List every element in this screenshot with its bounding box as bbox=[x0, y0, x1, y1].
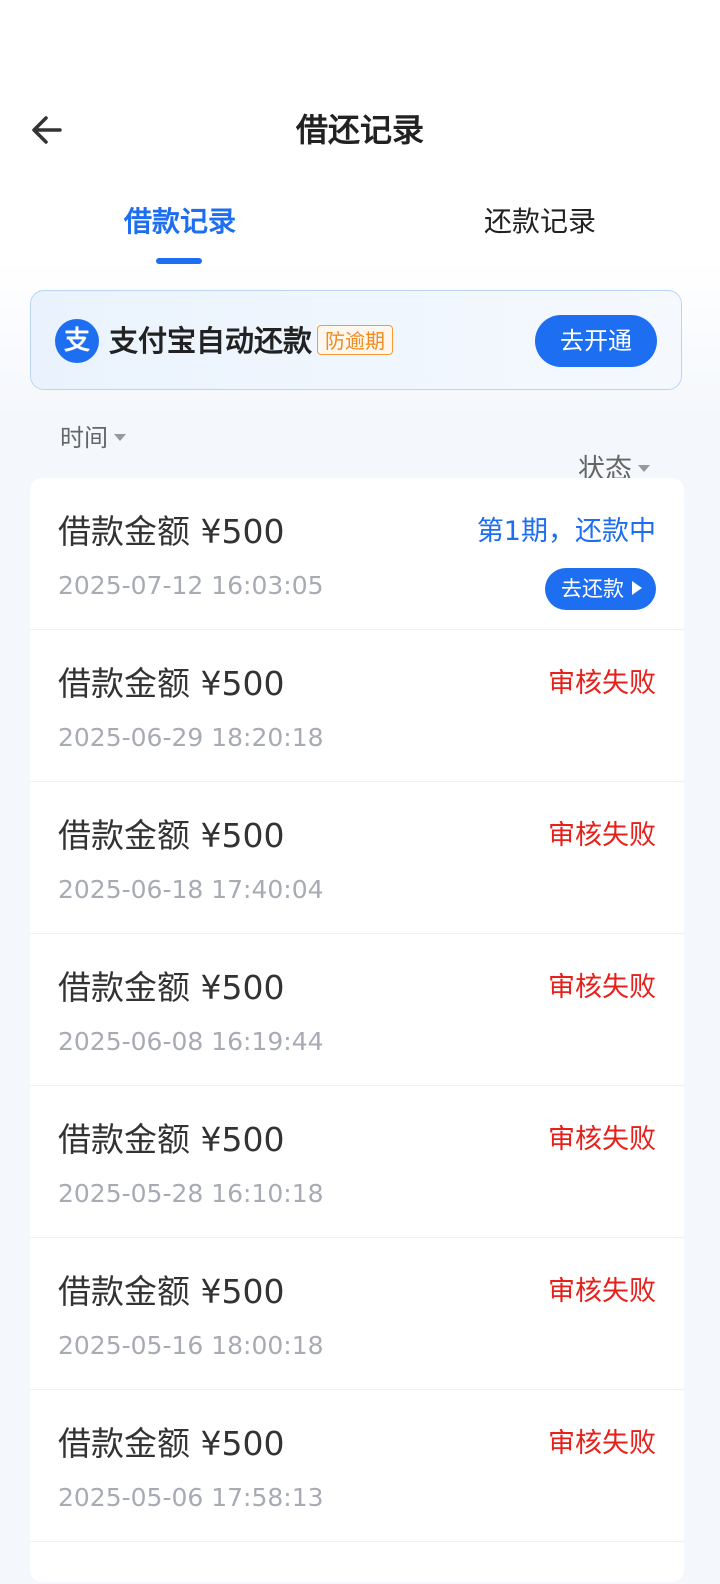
tab-repay-records[interactable]: 还款记录 bbox=[360, 196, 720, 248]
borrow-record-list: 借款金额 ¥500 2025-07-12 16:03:05 第1期，还款中 去还… bbox=[30, 478, 684, 1582]
record-status: 审核失败 bbox=[548, 668, 656, 699]
record-amount: 借款金额 ¥500 bbox=[58, 1272, 285, 1311]
record-status: 审核失败 bbox=[548, 1276, 656, 1307]
record-row[interactable]: 借款金额 ¥500 2025-06-18 17:40:04 审核失败 bbox=[30, 782, 684, 934]
alipay-banner-text: 支付宝自动还款 bbox=[109, 324, 313, 358]
record-date: 2025-06-08 16:19:44 bbox=[58, 1027, 324, 1056]
alipay-autopay-banner[interactable]: 支 支付宝自动还款 防逾期 去开通 bbox=[30, 290, 682, 390]
record-row[interactable]: 借款金额 ¥500 2025-05-28 16:10:18 审核失败 bbox=[30, 1086, 684, 1238]
header: 借还记录 借款记录 还款记录 bbox=[0, 0, 720, 264]
play-arrow-icon bbox=[632, 581, 642, 595]
record-status: 审核失败 bbox=[548, 1428, 656, 1459]
record-row[interactable]: 借款金额 ¥500 2025-06-08 16:19:44 审核失败 bbox=[30, 934, 684, 1086]
record-row[interactable]: 借款金额 ¥500 2025-05-06 17:58:13 审核失败 bbox=[30, 1390, 684, 1542]
record-date: 2025-06-18 17:40:04 bbox=[58, 875, 324, 904]
active-tab-indicator bbox=[156, 258, 202, 264]
tab-borrow-records[interactable]: 借款记录 bbox=[0, 196, 360, 248]
record-row-partial[interactable] bbox=[30, 1542, 684, 1582]
record-amount: 借款金额 ¥500 bbox=[58, 664, 285, 703]
tab-bar: 借款记录 还款记录 bbox=[0, 196, 720, 266]
record-date: 2025-05-28 16:10:18 bbox=[58, 1179, 324, 1208]
record-amount: 借款金额 ¥500 bbox=[58, 968, 285, 1007]
record-amount: 借款金额 ¥500 bbox=[58, 816, 285, 855]
record-amount: 借款金额 ¥500 bbox=[58, 1120, 285, 1159]
time-filter-label: 时间 bbox=[60, 424, 108, 452]
record-status: 审核失败 bbox=[548, 1124, 656, 1155]
enable-autopay-button[interactable]: 去开通 bbox=[535, 315, 657, 367]
record-date: 2025-06-29 18:20:18 bbox=[58, 723, 324, 752]
repay-button-label: 去还款 bbox=[561, 577, 624, 601]
caret-down-icon bbox=[638, 465, 650, 472]
record-row[interactable]: 借款金额 ¥500 2025-06-29 18:20:18 审核失败 bbox=[30, 630, 684, 782]
record-row[interactable]: 借款金额 ¥500 2025-05-16 18:00:18 审核失败 bbox=[30, 1238, 684, 1390]
record-status: 审核失败 bbox=[548, 972, 656, 1003]
repay-button[interactable]: 去还款 bbox=[545, 568, 656, 610]
record-date: 2025-07-12 16:03:05 bbox=[58, 571, 324, 600]
record-date: 2025-05-06 17:58:13 bbox=[58, 1483, 324, 1512]
record-status: 审核失败 bbox=[548, 820, 656, 851]
filter-bar: 时间 状态 bbox=[0, 416, 720, 485]
page-title: 借还记录 bbox=[295, 111, 424, 149]
record-amount: 借款金额 ¥500 bbox=[58, 1424, 285, 1463]
record-amount: 借款金额 ¥500 bbox=[58, 512, 285, 551]
alipay-icon: 支 bbox=[55, 319, 99, 363]
overdue-protection-tag: 防逾期 bbox=[317, 325, 393, 355]
record-date: 2025-05-16 18:00:18 bbox=[58, 1331, 324, 1360]
caret-down-icon bbox=[114, 433, 126, 441]
record-row[interactable]: 借款金额 ¥500 2025-07-12 16:03:05 第1期，还款中 去还… bbox=[30, 478, 684, 630]
record-status: 第1期，还款中 bbox=[476, 516, 656, 547]
time-filter[interactable]: 时间 bbox=[60, 416, 126, 460]
